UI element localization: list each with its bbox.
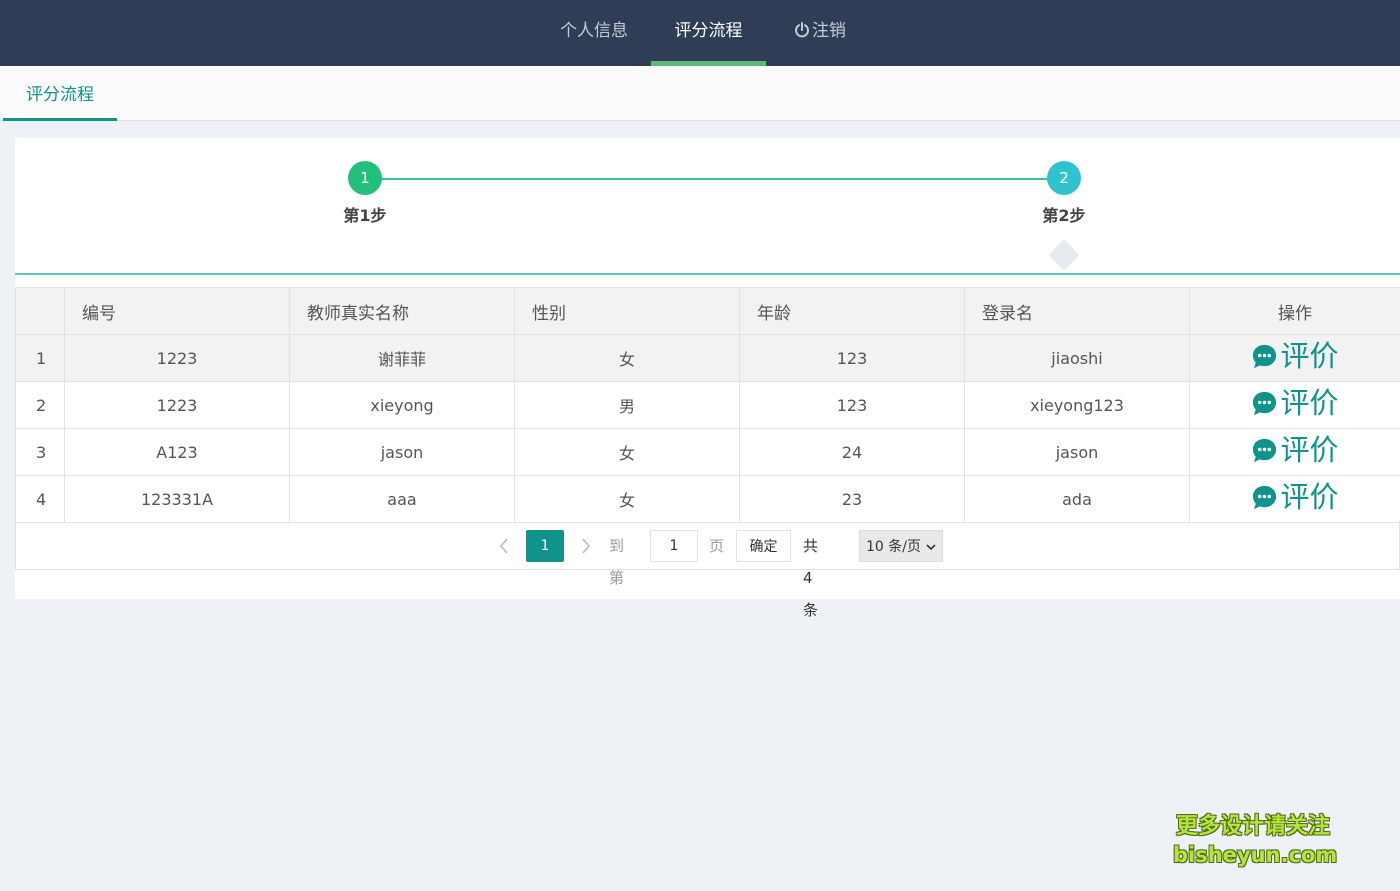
chat-bubble-icon	[1253, 391, 1277, 416]
cell-login-name: xieyong123	[964, 381, 1190, 429]
step-pointer-diamond	[1048, 239, 1080, 271]
cell-login-name: jason	[964, 428, 1190, 476]
watermark: 更多设计请关注 bisheyun.com	[1173, 812, 1338, 868]
step-2-circle[interactable]: 2	[1047, 161, 1081, 195]
cell-gender: 女	[514, 475, 740, 523]
nav-item-scoring-process[interactable]: 评分流程	[651, 0, 766, 66]
evaluate-label: 评价	[1280, 433, 1339, 467]
pagination-row: 1 到第 页 确定 共 4 条 10 条/页	[15, 521, 1400, 619]
nav-item-profile[interactable]: 个人信息	[548, 0, 640, 66]
chevron-down-icon	[926, 544, 936, 551]
tab-scoring-process[interactable]: 评分流程	[3, 66, 117, 121]
teacher-table: 编号 教师真实名称 性别 年龄 登录名 操作 1 1223 谢菲菲 女 123 …	[15, 287, 1400, 523]
goto-confirm-button[interactable]: 确定	[736, 530, 791, 562]
page-size-select[interactable]: 10 条/页	[859, 530, 943, 562]
tab-bar: 评分流程	[0, 66, 1400, 121]
cell-action: 评价	[1189, 475, 1400, 523]
evaluate-button[interactable]: 评价	[1251, 386, 1339, 420]
cell-teacher-name: aaa	[289, 475, 515, 523]
evaluate-button[interactable]: 评价	[1251, 480, 1339, 514]
top-nav: 个人信息 评分流程 注销	[0, 0, 1400, 66]
cell-id: A123	[64, 428, 290, 476]
next-page-button[interactable]	[576, 530, 596, 562]
nav-item-label: 个人信息	[560, 21, 628, 41]
cell-teacher-name: xieyong	[289, 381, 515, 429]
cell-index: 3	[15, 428, 65, 476]
cell-index: 1	[15, 334, 65, 382]
evaluate-label: 评价	[1280, 339, 1339, 373]
evaluate-label: 评价	[1280, 480, 1339, 514]
column-header-gender[interactable]: 性别	[514, 287, 740, 335]
chat-bubble-icon	[1253, 344, 1277, 369]
cell-gender: 女	[514, 334, 740, 382]
cell-action: 评价	[1189, 428, 1400, 476]
total-count: 共 4 条	[803, 537, 819, 619]
content-panel: 1 2 第1步 第2步 编号 教师真实名称 性别 年龄 登录名 操作 1 122…	[15, 138, 1400, 619]
watermark-line-2: bisheyun.com	[1173, 843, 1338, 867]
cell-age: 24	[739, 428, 965, 476]
cell-id: 1223	[64, 334, 290, 382]
steps-connector-line	[379, 178, 1079, 180]
cell-age: 123	[739, 334, 965, 382]
chat-bubble-icon	[1253, 438, 1277, 463]
chevron-left-icon	[499, 538, 508, 554]
steps-divider	[15, 273, 1400, 275]
step-1-label: 第1步	[343, 206, 387, 225]
column-header-action: 操作	[1189, 287, 1400, 335]
nav-item-label: 评分流程	[674, 21, 743, 41]
evaluate-button[interactable]: 评价	[1251, 433, 1339, 467]
cell-login-name: jiaoshi	[964, 334, 1190, 382]
goto-page-input[interactable]	[650, 530, 698, 562]
nav-item-logout[interactable]: 注销	[780, 0, 860, 66]
step-2-label: 第2步	[1042, 206, 1086, 225]
table-row[interactable]: 2 1223 xieyong 男 123 xieyong123 评价	[15, 381, 1400, 429]
prev-page-button[interactable]	[494, 530, 514, 562]
table-row[interactable]: 4 123331A aaa 女 23 ada 评价	[15, 475, 1400, 523]
cell-gender: 女	[514, 428, 740, 476]
cell-id: 123331A	[64, 475, 290, 523]
cell-gender: 男	[514, 381, 740, 429]
chevron-right-icon	[582, 538, 591, 554]
page-unit-label: 页	[709, 537, 725, 555]
goto-label: 到第	[609, 537, 625, 587]
chat-bubble-icon	[1253, 485, 1277, 510]
cell-teacher-name: jason	[289, 428, 515, 476]
evaluate-button[interactable]: 评价	[1251, 339, 1339, 373]
cell-action: 评价	[1189, 334, 1400, 382]
cell-action: 评价	[1189, 381, 1400, 429]
table-row[interactable]: 1 1223 谢菲菲 女 123 jiaoshi 评价	[15, 334, 1400, 382]
watermark-line-1: 更多设计请关注	[1175, 814, 1330, 839]
power-icon	[795, 22, 809, 38]
cell-age: 23	[739, 475, 965, 523]
cell-index: 4	[15, 475, 65, 523]
cell-id: 1223	[64, 381, 290, 429]
column-header-id[interactable]: 编号	[64, 287, 290, 335]
page-number-current[interactable]: 1	[526, 530, 564, 562]
table-header-row: 编号 教师真实名称 性别 年龄 登录名 操作	[15, 287, 1400, 335]
column-header-age[interactable]: 年龄	[739, 287, 965, 335]
cell-age: 123	[739, 381, 965, 429]
table-row[interactable]: 3 A123 jason 女 24 jason 评价	[15, 428, 1400, 476]
step-1-circle[interactable]: 1	[348, 161, 382, 195]
cell-login-name: ada	[964, 475, 1190, 523]
column-header-login-name[interactable]: 登录名	[964, 287, 1190, 335]
column-header-index	[15, 287, 65, 335]
column-header-teacher-name[interactable]: 教师真实名称	[289, 287, 515, 335]
cell-teacher-name: 谢菲菲	[289, 334, 515, 382]
evaluate-label: 评价	[1280, 386, 1339, 420]
nav-item-label: 注销	[812, 21, 846, 41]
page-size-label: 10 条/页	[866, 539, 921, 555]
cell-index: 2	[15, 381, 65, 429]
